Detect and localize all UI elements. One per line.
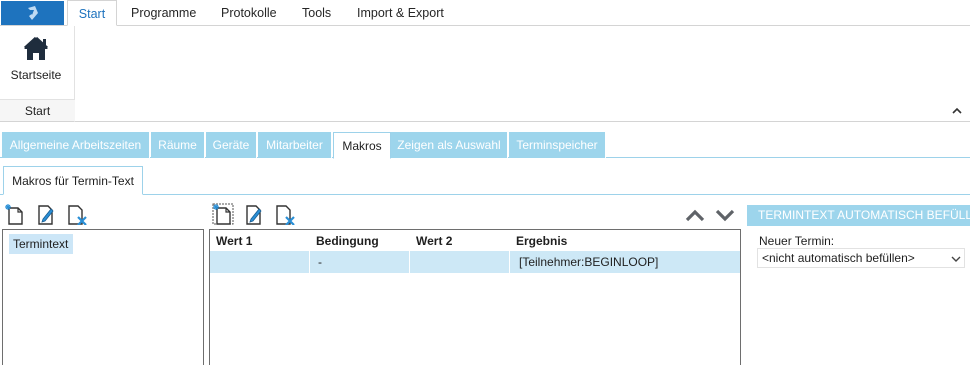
list-item-termintext[interactable]: Termintext (9, 234, 73, 254)
new-row-icon[interactable] (212, 203, 234, 225)
tab-geraete[interactable]: Geräte (206, 132, 257, 158)
home-button-label: Startseite (10, 68, 62, 82)
auto-fill-select-value: <nicht automatisch befüllen> (762, 251, 915, 265)
table-row[interactable]: - [Teilnehmer:BEGINLOOP] (210, 251, 740, 273)
app-logo-icon (28, 6, 38, 20)
column-header-wert2[interactable]: Wert 2 (416, 232, 452, 250)
edit-row-icon[interactable] (243, 203, 265, 225)
macro-list: Termintext (2, 229, 204, 365)
collapse-ribbon-icon[interactable] (950, 104, 964, 118)
ribbon-tab-start[interactable]: Start (67, 0, 117, 26)
new-document-icon[interactable] (4, 203, 26, 225)
cell-wert2[interactable] (410, 251, 510, 273)
ribbon-group-start: Startseite Start (0, 26, 75, 122)
cell-wert1[interactable] (210, 251, 310, 273)
sub-tab-bar: Makros für Termin-Text (0, 158, 970, 195)
tab-terminspeicher[interactable]: Terminspeicher (509, 132, 606, 158)
home-icon (23, 36, 49, 60)
delete-row-icon[interactable] (274, 203, 296, 225)
tab-zeigen-als-auswahl[interactable]: Zeigen als Auswahl (391, 132, 508, 158)
ribbon-panel: Startseite Start (0, 26, 970, 122)
tab-raeume[interactable]: Räume (151, 132, 205, 158)
tab-mitarbeiter[interactable]: Mitarbeiter (258, 132, 332, 158)
move-up-icon[interactable] (684, 206, 706, 224)
move-down-icon[interactable] (714, 206, 736, 224)
delete-document-icon[interactable] (66, 203, 88, 225)
edit-document-icon[interactable] (35, 203, 57, 225)
content-tab-bar: Allgemeine Arbeitszeiten Räume Geräte Mi… (0, 131, 970, 159)
cell-ergebnis[interactable]: [Teilnehmer:BEGINLOOP] (510, 251, 740, 273)
column-header-wert1[interactable]: Wert 1 (216, 232, 252, 250)
column-header-ergebnis[interactable]: Ergebnis (516, 232, 567, 250)
ribbon-tab-import-export[interactable]: Import & Export (357, 0, 444, 26)
tab-allgemeine-arbeitszeiten[interactable]: Allgemeine Arbeitszeiten (2, 132, 150, 158)
dropdown-arrow-icon (951, 256, 961, 262)
ribbon-tab-programme[interactable]: Programme (131, 0, 196, 26)
auto-fill-header: TERMINTEXT AUTOMATISCH BEFÜLLEN (747, 205, 970, 226)
home-button[interactable]: Startseite (4, 32, 68, 96)
new-appointment-label: Neuer Termin: (759, 234, 835, 248)
cell-bedingung[interactable]: - (310, 251, 410, 273)
column-header-bedingung[interactable]: Bedingung (316, 232, 379, 250)
app-menu-button[interactable] (1, 1, 64, 25)
ribbon-tab-tools[interactable]: Tools (302, 0, 331, 26)
ribbon-tab-bar: Start Programme Protokolle Tools Import … (0, 0, 970, 26)
tab-makros[interactable]: Makros (333, 132, 391, 159)
auto-fill-select[interactable]: <nicht automatisch befüllen> (757, 248, 965, 268)
macro-conditions-table: Wert 1 Bedingung Wert 2 Ergebnis - [Teil… (209, 229, 741, 365)
ribbon-group-label: Start (0, 99, 75, 121)
ribbon-tab-protokolle[interactable]: Protokolle (221, 0, 277, 26)
tab-makros-fuer-termin-text[interactable]: Makros für Termin-Text (3, 166, 143, 195)
